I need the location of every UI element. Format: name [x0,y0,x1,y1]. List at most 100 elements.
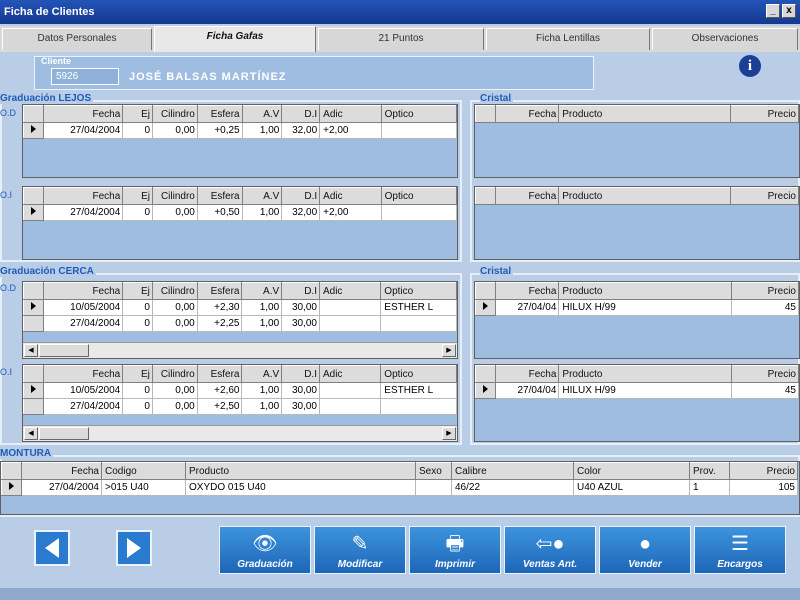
column-header[interactable]: Fecha [42,365,124,383]
close-button[interactable]: x [782,4,796,18]
column-header[interactable]: Color [573,462,690,480]
table-cell[interactable]: 10/05/2004 [42,299,124,316]
column-header[interactable]: Precio [729,462,798,480]
table-row[interactable]: 27/04/2004 0 0,00 +0,50 1,00 32,00 +2,00 [23,204,457,221]
table-cell[interactable]: 0 [122,398,153,415]
table-cell[interactable]: +0,25 [196,122,243,139]
column-header[interactable]: Precio [730,282,799,300]
column-header[interactable]: Optico [380,365,457,383]
row-indicator[interactable] [23,204,44,221]
row-indicator[interactable] [475,382,496,399]
imprimir-button[interactable]: 🖶 Imprimir [409,526,501,574]
minimize-button[interactable]: _ [766,4,780,18]
table-cell[interactable]: HILUX H/99 [558,299,732,316]
row-indicator[interactable] [23,398,44,415]
info-icon[interactable]: i [739,55,761,77]
table-cell[interactable] [318,398,382,415]
column-header[interactable]: D.I [281,282,320,300]
column-header[interactable]: Esfera [196,187,243,205]
column-header[interactable]: A.V [241,365,283,383]
column-header[interactable]: Fecha [494,282,560,300]
table-cell[interactable]: +2,25 [196,315,243,332]
column-header[interactable]: Precio [730,365,799,383]
column-header[interactable]: Cilindro [152,105,198,123]
tab-ficha-lentillas[interactable]: Ficha Lentillas [486,28,650,50]
grid-cerca-od[interactable]: Fecha Ej Cilindro Esfera A.V D.I Adic Optico 10/… [22,281,458,359]
grid-cristal-lejos-od[interactable]: Fecha Producto Precio [474,104,800,178]
ventas-ant-button[interactable]: ⇦● Ventas Ant. [504,526,596,574]
prev-record-button[interactable] [34,530,70,566]
table-cell[interactable]: 1,00 [241,204,283,221]
modificar-button[interactable]: ✎ Modificar [314,526,406,574]
table-row[interactable]: 27/04/04 HILUX H/99 45 [475,299,799,316]
table-cell[interactable]: 45 [730,299,799,316]
column-header[interactable]: A.V [241,105,283,123]
scroll-thumb[interactable] [39,344,89,357]
table-cell[interactable]: +2,30 [196,299,243,316]
table-cell[interactable] [380,398,457,415]
table-cell[interactable]: 1 [689,479,730,496]
column-header[interactable]: Adic [318,365,382,383]
vender-button[interactable]: ● Vender [599,526,691,574]
table-cell[interactable]: 0 [122,315,153,332]
column-header[interactable]: Prov. [689,462,730,480]
table-cell[interactable]: 27/04/04 [494,299,560,316]
column-header[interactable]: Cilindro [151,365,198,383]
column-header[interactable]: Cilindro [152,187,198,205]
table-cell[interactable]: 0 [122,299,153,316]
table-cell[interactable]: 0 [122,382,153,399]
table-cell[interactable]: 27/04/2004 [21,479,102,496]
column-header[interactable]: Adic [318,282,382,300]
scroll-right-icon[interactable]: ▶ [442,344,456,357]
grid-montura[interactable]: Fecha Codigo Producto Sexo Calibre Color Prov.… [0,461,800,515]
table-cell[interactable] [380,315,457,332]
table-row[interactable]: 10/05/2004 0 0,00 +2,60 1,00 30,00 ESTHER L [23,382,457,399]
column-header[interactable]: Fecha [42,187,124,205]
horizontal-scrollbar[interactable]: ◀ ▶ [23,425,457,441]
table-row[interactable]: 10/05/2004 0 0,00 +2,30 1,00 30,00 ESTHER L [23,299,457,316]
column-header[interactable]: Precio [730,187,799,205]
column-header[interactable]: Optico [380,105,457,123]
scroll-right-icon[interactable]: ▶ [442,427,456,440]
horizontal-scrollbar[interactable]: ◀ ▶ [23,342,457,358]
table-cell[interactable]: 105 [729,479,798,496]
tab-datos-personales[interactable]: Datos Personales [2,28,152,50]
table-cell[interactable]: ESTHER L [380,299,457,316]
tab-observaciones[interactable]: Observaciones [652,28,798,50]
table-cell[interactable]: OXYDO 015 U40 [185,479,416,496]
column-header[interactable]: Precio [730,105,799,123]
table-cell[interactable]: 27/04/2004 [42,204,124,221]
column-header[interactable]: D.I [281,187,321,205]
encargos-button[interactable]: ☰ Encargos [694,526,786,574]
row-indicator[interactable] [475,299,496,316]
column-header[interactable]: Adic [319,105,382,123]
table-cell[interactable]: 0 [122,122,153,139]
grid-cristal-cerca-oi[interactable]: Fecha Producto Precio 27/04/04 HILUX H/99 45 [474,364,800,442]
column-header[interactable]: Fecha [42,282,124,300]
tab-21-puntos[interactable]: 21 Puntos [318,28,484,50]
column-header[interactable]: Fecha [21,462,102,480]
column-header[interactable]: D.I [281,105,321,123]
table-cell[interactable] [415,479,452,496]
table-cell[interactable] [318,382,382,399]
column-header[interactable]: Producto [558,187,732,205]
next-record-button[interactable] [116,530,152,566]
column-header[interactable]: A.V [241,282,283,300]
scroll-thumb[interactable] [39,427,89,440]
table-row[interactable]: 27/04/04 HILUX H/99 45 [475,382,799,399]
grid-lejos-od[interactable]: Fecha Ej Cilindro Esfera A.V D.I Adic Optico 27/… [22,104,458,178]
table-cell[interactable]: 27/04/2004 [42,122,124,139]
table-cell[interactable]: 30,00 [281,382,320,399]
column-header[interactable]: A.V [241,187,283,205]
table-cell[interactable]: 27/04/2004 [42,315,124,332]
column-header[interactable]: Optico [380,282,457,300]
column-header[interactable]: Ej [122,187,153,205]
table-cell[interactable]: 30,00 [281,299,320,316]
column-header[interactable]: Producto [558,105,732,123]
column-header[interactable]: Fecha [494,365,560,383]
row-indicator[interactable] [23,299,44,316]
column-header[interactable]: Cilindro [151,282,198,300]
table-cell[interactable]: 1,00 [241,122,283,139]
table-cell[interactable]: 0 [122,204,153,221]
table-cell[interactable]: 30,00 [281,315,320,332]
